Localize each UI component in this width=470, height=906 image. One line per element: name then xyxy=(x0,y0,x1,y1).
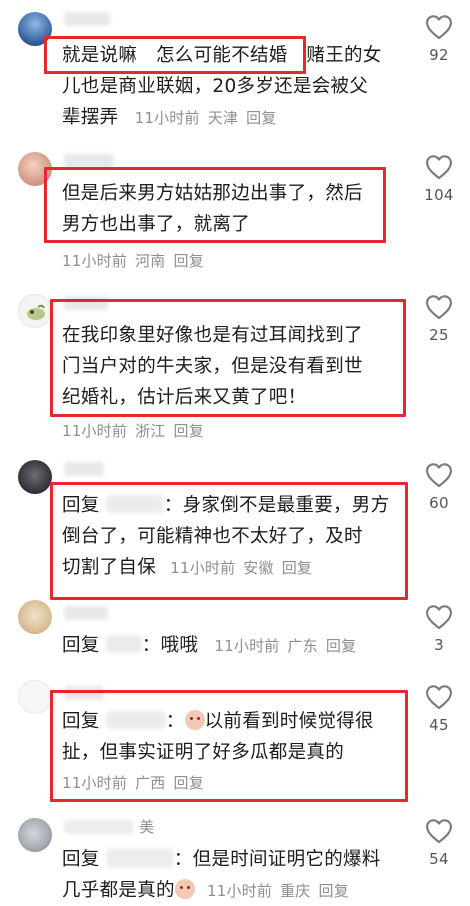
emoji-icon xyxy=(174,879,195,899)
username-redacted[interactable] xyxy=(64,154,114,168)
reply-prefix: 回复 xyxy=(62,849,100,870)
location: 天津 xyxy=(207,109,239,127)
like-count: 60 xyxy=(429,494,449,512)
avatar[interactable] xyxy=(18,680,52,714)
comment-meta: 11小时前 重庆 回复 xyxy=(207,882,357,900)
heart-icon xyxy=(426,463,452,488)
comment-line: 但是后来男方姑姑那边出事了，然后 xyxy=(62,183,363,204)
username-redacted[interactable] xyxy=(64,12,110,26)
comment-line: 扯，但事实证明了好多瓜都是真的 xyxy=(62,742,345,763)
comment-meta: 11小时前 浙江 回复 xyxy=(62,420,212,441)
avatar[interactable] xyxy=(18,460,52,494)
comment-text: 在我印象里好像也是有过耳闻找到了 门当户对的牛夫家，但是没有看到世 纪婚礼，估计… xyxy=(62,320,402,413)
avatar[interactable] xyxy=(18,818,52,852)
like-count: 45 xyxy=(429,716,449,734)
location: 河南 xyxy=(135,252,166,270)
username-redacted[interactable] xyxy=(64,686,104,700)
timestamp: 11小时前 xyxy=(62,422,128,440)
comment-line: ：但是时间证明它的爆料 xyxy=(173,849,381,870)
username-redacted[interactable] xyxy=(64,296,108,310)
comment-line: 儿也是商业联姻，20多岁还是会被父 xyxy=(62,76,369,97)
like-button[interactable]: 3 xyxy=(422,604,456,654)
avatar[interactable] xyxy=(18,600,52,634)
comment-meta: 11小时前 安徽 回复 xyxy=(170,559,320,577)
comment-line: 切割了自保 xyxy=(62,557,157,578)
reply-button[interactable]: 回复 xyxy=(174,774,204,792)
comment-line: 门当户对的牛夫家，但是没有看到世 xyxy=(62,356,363,377)
comment-meta: 11小时前 天津 回复 xyxy=(135,109,285,127)
username-redacted[interactable] xyxy=(64,462,104,476)
timestamp: 11小时前 xyxy=(62,252,128,270)
heart-icon xyxy=(426,155,452,180)
reply-prefix: 回复 xyxy=(62,635,100,656)
location: 安徽 xyxy=(243,559,274,577)
comment-line: 纪婚礼，估计后来又黄了吧！ xyxy=(62,387,307,408)
mentioned-user-redacted[interactable] xyxy=(105,711,166,729)
reply-button[interactable]: 回复 xyxy=(319,882,349,900)
username-redacted[interactable] xyxy=(64,820,134,834)
comment-line: ： xyxy=(165,711,185,732)
comment-text: 回复 ：但是时间证明它的爆料 几乎都是真的 11小时前 重庆 回复 xyxy=(62,844,402,906)
timestamp: 11小时前 xyxy=(134,109,200,127)
reply-button[interactable]: 回复 xyxy=(246,109,276,127)
like-button[interactable]: 54 xyxy=(422,818,456,868)
comment-text: 回复 ：哦哦 11小时前 广东 回复 xyxy=(62,630,442,662)
timestamp: 11小时前 xyxy=(207,882,273,900)
comment-text: 但是后来男方姑姑那边出事了，然后 男方也出事了，就离了 xyxy=(62,178,402,240)
like-button[interactable]: 104 xyxy=(422,154,456,204)
comment-text: 就是说嘛 怎么可能不结婚 赌王的女 儿也是商业联姻，20多岁还是会被父 辈摆弄 … xyxy=(62,40,402,134)
comment-meta: 11小时前 广东 回复 xyxy=(214,637,364,655)
reply-button[interactable]: 回复 xyxy=(174,252,204,270)
reply-button[interactable]: 回复 xyxy=(326,637,356,655)
location: 重庆 xyxy=(280,882,311,900)
like-button[interactable]: 92 xyxy=(422,14,456,64)
reply-button[interactable]: 回复 xyxy=(282,559,312,577)
comment-line: 倒台了，可能精神也不太好了，及时 xyxy=(62,526,363,547)
heart-icon xyxy=(426,685,452,710)
comment-meta: 11小时前 广西 回复 xyxy=(62,772,212,793)
comment-text: 回复 ： 以前看到时候觉得很 扯，但事实证明了好多瓜都是真的 xyxy=(62,706,402,768)
like-count: 54 xyxy=(429,850,449,868)
username-redacted[interactable] xyxy=(64,606,108,620)
reply-prefix: 回复 xyxy=(62,495,100,516)
comment-line: 以前看到时候觉得很 xyxy=(204,711,374,732)
comment-meta: 11小时前 河南 回复 xyxy=(62,250,212,271)
username-tail[interactable]: 美 xyxy=(139,818,154,836)
timestamp: 11小时前 xyxy=(170,559,236,577)
mentioned-user-redacted[interactable] xyxy=(105,495,164,513)
location: 广东 xyxy=(287,637,318,655)
avatar[interactable] xyxy=(18,152,52,186)
comment-line: 就是说嘛 怎么可能不结婚 赌王的女 xyxy=(62,45,382,66)
comment-line: ：哦哦 xyxy=(141,635,199,656)
comment-line: 男方也出事了，就离了 xyxy=(62,214,251,235)
comment-line: 几乎都是真的 xyxy=(62,880,175,901)
heart-icon xyxy=(426,605,452,630)
heart-icon xyxy=(426,819,452,844)
timestamp: 11小时前 xyxy=(214,637,280,655)
avatar-illustration xyxy=(27,304,45,320)
like-count: 3 xyxy=(434,636,444,654)
heart-icon xyxy=(426,15,452,40)
avatar[interactable] xyxy=(18,294,52,328)
emoji-icon xyxy=(184,710,205,730)
mentioned-user-redacted[interactable] xyxy=(105,849,174,867)
like-button[interactable]: 60 xyxy=(422,462,456,512)
like-button[interactable]: 45 xyxy=(422,684,456,734)
comment-text: 回复 ：身家倒不是最重要，男方 倒台了，可能精神也不太好了，及时 切割了自保 1… xyxy=(62,490,402,584)
reply-prefix: 回复 xyxy=(62,711,100,732)
reply-button[interactable]: 回复 xyxy=(174,422,204,440)
comment-line: ：身家倒不是最重要，男方 xyxy=(163,495,390,516)
like-count: 92 xyxy=(429,46,449,64)
location: 广西 xyxy=(135,774,166,792)
mentioned-user-redacted[interactable] xyxy=(105,635,142,653)
like-button[interactable]: 25 xyxy=(422,294,456,344)
timestamp: 11小时前 xyxy=(62,774,128,792)
location: 浙江 xyxy=(135,422,166,440)
heart-icon xyxy=(426,295,452,320)
like-count: 25 xyxy=(429,326,449,344)
like-count: 104 xyxy=(424,186,454,204)
comment-line: 在我印象里好像也是有过耳闻找到了 xyxy=(62,325,363,346)
comment-line: 辈摆弄 xyxy=(62,107,119,128)
avatar[interactable] xyxy=(18,12,52,46)
